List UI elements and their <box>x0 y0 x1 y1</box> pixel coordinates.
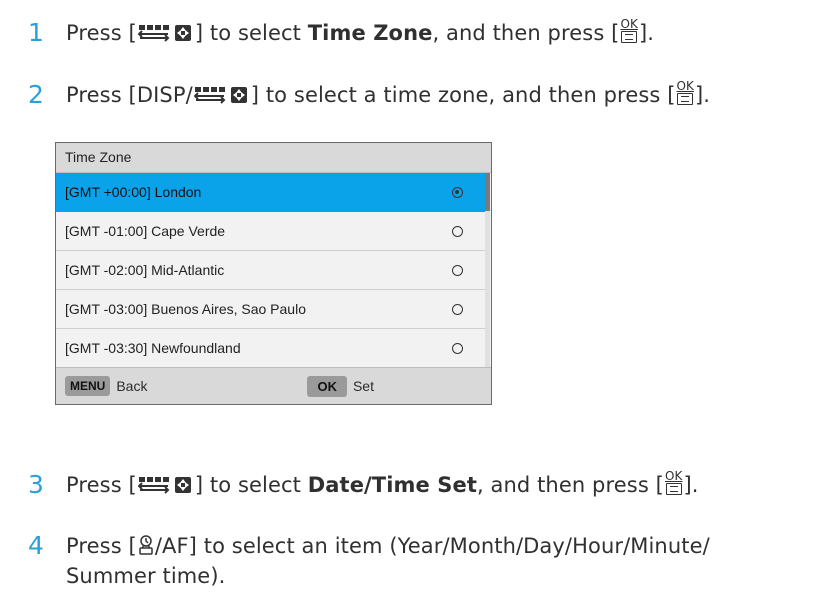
list-item[interactable]: [GMT +00:00] London <box>56 173 485 212</box>
step-number: 1 <box>28 18 44 47</box>
radio-icon <box>452 225 463 237</box>
time-zone-label: [GMT -03:00] Buenos Aires, Sao Paulo <box>65 301 306 317</box>
list-item[interactable]: [GMT -03:00] Buenos Aires, Sao Paulo <box>56 290 485 329</box>
radio-selected-icon <box>452 186 463 198</box>
time-zone-list: [GMT +00:00] London [GMT -01:00] Cape Ve… <box>56 173 491 368</box>
step-number: 2 <box>28 80 44 109</box>
scrollbar-thumb[interactable] <box>485 173 490 211</box>
step-text: Press [DISP/] to select a time zone, and… <box>66 79 711 107</box>
menu-key: MENU <box>65 376 111 396</box>
radio-icon <box>452 303 463 315</box>
set-control[interactable]: OK Set <box>307 375 374 397</box>
time-zone-label: [GMT -02:00] Mid-Atlantic <box>65 262 225 278</box>
back-label: Back <box>116 378 148 394</box>
dial-icon <box>137 21 194 43</box>
step-text: Press [] to select Date/Time Set, and th… <box>66 469 699 497</box>
ok-button-icon: OK <box>677 80 695 105</box>
step-text: Press [/AF] to select an item (Year/Mont… <box>66 534 710 588</box>
set-label: Set <box>352 378 374 394</box>
time-zone-label: [GMT +00:00] London <box>65 184 202 200</box>
scrollbar[interactable] <box>485 173 490 368</box>
step-text: Press [] to select Time Zone, and then p… <box>66 17 655 45</box>
timer-icon <box>138 534 154 556</box>
radio-icon <box>452 264 463 276</box>
screen-footer: MENU Back OK Set <box>56 367 491 404</box>
step-number: 3 <box>28 470 44 499</box>
time-zone-label: [GMT -01:00] Cape Verde <box>65 223 226 239</box>
dial-icon <box>137 473 194 495</box>
step-2: 2 Press [DISP/] to select a time zone, a… <box>28 80 710 110</box>
dial-icon <box>193 83 250 105</box>
list-item[interactable]: [GMT -01:00] Cape Verde <box>56 212 485 251</box>
step-3: 3 Press [] to select Date/Time Set, and … <box>28 470 699 500</box>
screen-title: Time Zone <box>56 143 491 173</box>
list-item[interactable]: [GMT -02:00] Mid-Atlantic <box>56 251 485 290</box>
ok-button-icon: OK <box>665 470 683 495</box>
list-item[interactable]: [GMT -03:30] Newfoundland <box>56 329 485 368</box>
step-4: 4 Press [/AF] to select an item (Year/Mo… <box>28 531 710 591</box>
back-control[interactable]: MENU Back <box>65 376 147 396</box>
ok-key: OK <box>307 375 347 397</box>
step-number: 4 <box>28 531 44 560</box>
radio-icon <box>452 342 463 354</box>
time-zone-label: [GMT -03:30] Newfoundland <box>65 340 241 356</box>
step-1: 1 Press [] to select Time Zone, and then… <box>28 18 654 48</box>
ok-button-icon: OK <box>620 18 638 43</box>
time-zone-screen: Time Zone [GMT +00:00] London [GMT -01:0… <box>55 142 492 405</box>
